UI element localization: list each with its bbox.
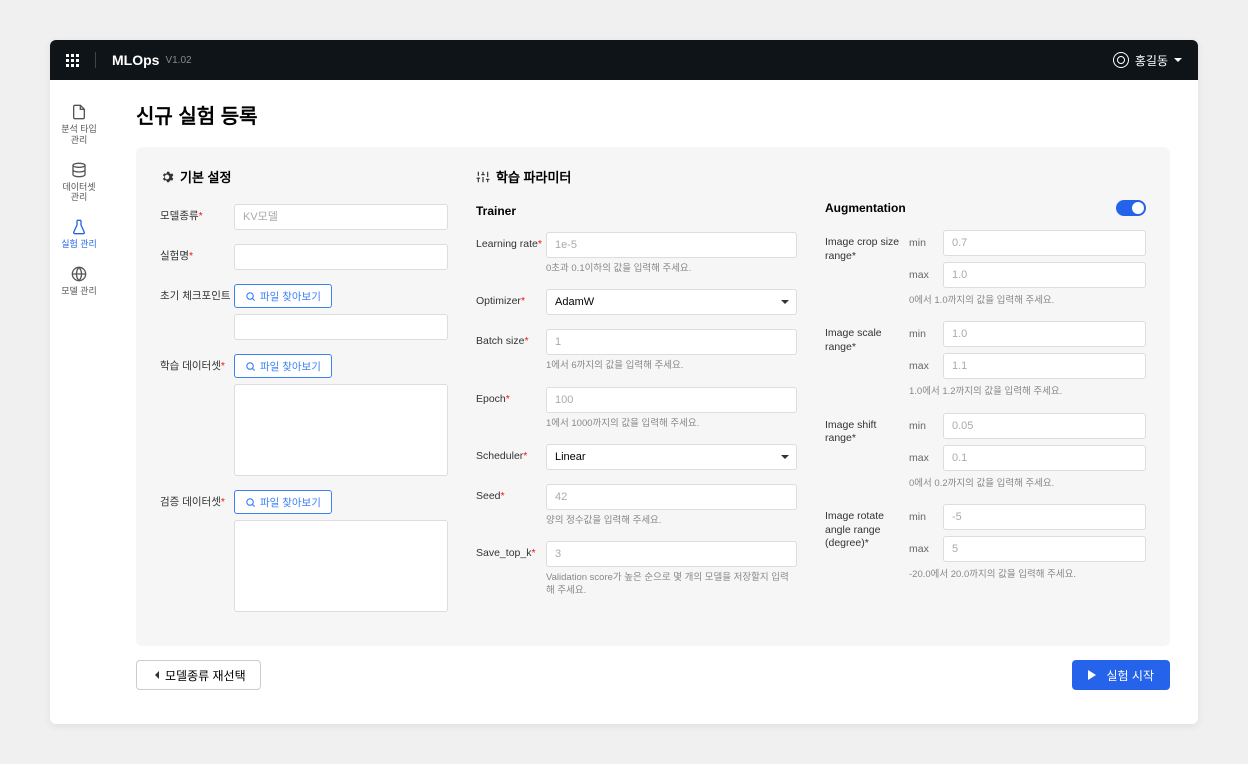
scheduler-label: Scheduler xyxy=(476,450,523,462)
max-label: max xyxy=(909,543,935,555)
version-label: V1.02 xyxy=(165,55,191,66)
epoch-label: Epoch xyxy=(476,393,506,405)
train-ds-drop-area[interactable] xyxy=(234,384,448,476)
back-button[interactable]: 모델종류 재선택 xyxy=(136,660,261,690)
valid-ds-label: 검증 데이터셋 xyxy=(160,496,221,508)
search-icon xyxy=(245,361,256,372)
sliders-icon xyxy=(476,170,490,184)
shift-min-input[interactable] xyxy=(943,413,1146,439)
max-label: max xyxy=(909,452,935,464)
max-label: max xyxy=(909,269,935,281)
app-window: MLOps V1.02 홍길동 분석 타입 관리 데이터셋 관리 실험 관리 xyxy=(50,40,1198,724)
aug-subtitle: Augmentation xyxy=(825,200,1146,216)
gear-icon xyxy=(160,170,174,184)
arrow-left-icon xyxy=(151,671,159,679)
trainer-subtitle: Trainer xyxy=(476,204,797,218)
rotate-help: -20.0에서 20.0까지의 값을 입력해 주세요. xyxy=(909,568,1146,581)
flask-icon xyxy=(71,219,87,235)
search-icon xyxy=(245,497,256,508)
shift-max-input[interactable] xyxy=(943,445,1146,471)
sidebar-item-doc-type[interactable]: 분석 타입 관리 xyxy=(50,96,108,154)
user-menu[interactable]: 홍길동 xyxy=(1113,52,1182,69)
train-ds-browse-button[interactable]: 파일 찾아보기 xyxy=(234,354,332,378)
optimizer-label: Optimizer xyxy=(476,295,521,307)
exp-name-input[interactable] xyxy=(234,244,448,270)
batch-input[interactable] xyxy=(546,329,797,355)
batch-help: 1에서 6까지의 값을 입력해 주세요. xyxy=(546,359,797,372)
valid-ds-browse-button[interactable]: 파일 찾아보기 xyxy=(234,490,332,514)
train-ds-label: 학습 데이터셋 xyxy=(160,360,221,372)
user-icon xyxy=(1113,52,1129,68)
min-label: min xyxy=(909,237,935,249)
seed-help: 양의 정수값을 입력해 주세요. xyxy=(546,514,797,527)
max-label: max xyxy=(909,360,935,372)
checkpoint-input[interactable] xyxy=(234,314,448,340)
brand-name: MLOps xyxy=(112,52,159,68)
apps-grid-icon[interactable] xyxy=(66,54,79,67)
scale-min-input[interactable] xyxy=(943,321,1146,347)
scheduler-select[interactable]: Linear xyxy=(546,444,797,470)
start-experiment-button[interactable]: 실험 시작 xyxy=(1072,660,1171,690)
crop-help: 0에서 1.0까지의 값을 입력해 주세요. xyxy=(909,294,1146,307)
chevron-down-icon xyxy=(1174,58,1182,66)
main-content: 신규 실험 등록 기본 설정 모델종류* 실험명* xyxy=(108,80,1198,724)
shift-help: 0에서 0.2까지의 값을 입력해 주세요. xyxy=(909,477,1146,490)
crop-max-input[interactable] xyxy=(943,262,1146,288)
valid-ds-drop-area[interactable] xyxy=(234,520,448,612)
topk-input[interactable] xyxy=(546,541,797,567)
database-icon xyxy=(71,162,87,178)
min-label: min xyxy=(909,420,935,432)
rotate-max-input[interactable] xyxy=(943,536,1146,562)
min-label: min xyxy=(909,511,935,523)
footer-actions: 모델종류 재선택 실험 시작 xyxy=(136,646,1170,704)
form-card: 기본 설정 모델종류* 실험명* 초기 체크포인트 xyxy=(136,147,1170,646)
aug-toggle[interactable] xyxy=(1116,200,1146,216)
model-type-input[interactable] xyxy=(234,204,448,230)
lr-label: Learning rate xyxy=(476,238,538,250)
seed-input[interactable] xyxy=(546,484,797,510)
play-icon xyxy=(1088,670,1101,680)
scale-max-input[interactable] xyxy=(943,353,1146,379)
crop-label: Image crop size range xyxy=(825,236,899,262)
search-icon xyxy=(245,291,256,302)
shift-label: Image shift range xyxy=(825,419,876,445)
exp-name-label: 실험명 xyxy=(160,250,189,262)
user-name: 홍길동 xyxy=(1135,52,1168,69)
lr-input[interactable] xyxy=(546,232,797,258)
batch-label: Batch size xyxy=(476,335,524,347)
globe-icon xyxy=(71,266,87,282)
sidebar-item-experiment[interactable]: 실험 관리 xyxy=(50,211,108,258)
topk-label: Save_top_k xyxy=(476,547,531,559)
divider xyxy=(95,52,96,68)
sidebar: 분석 타입 관리 데이터셋 관리 실험 관리 모델 관리 xyxy=(50,80,108,724)
model-type-label: 모델종류 xyxy=(160,210,199,222)
top-header: MLOps V1.02 홍길동 xyxy=(50,40,1198,80)
sidebar-item-model[interactable]: 모델 관리 xyxy=(50,258,108,305)
checkpoint-browse-button[interactable]: 파일 찾아보기 xyxy=(234,284,332,308)
epoch-help: 1에서 1000까지의 값을 입력해 주세요. xyxy=(546,417,797,430)
sidebar-item-dataset[interactable]: 데이터셋 관리 xyxy=(50,154,108,212)
checkpoint-label: 초기 체크포인트 xyxy=(160,290,231,302)
page-title: 신규 실험 등록 xyxy=(136,100,1170,129)
optimizer-select[interactable]: AdamW xyxy=(546,289,797,315)
seed-label: Seed xyxy=(476,490,501,502)
lr-help: 0초과 0.1이하의 값을 입력해 주세요. xyxy=(546,262,797,275)
min-label: min xyxy=(909,328,935,340)
epoch-input[interactable] xyxy=(546,387,797,413)
topk-help: Validation score가 높은 순으로 몇 개의 모델을 저장할지 입… xyxy=(546,571,797,598)
scale-help: 1.0에서 1.2까지의 값을 입력해 주세요. xyxy=(909,385,1146,398)
document-icon xyxy=(71,104,87,120)
crop-min-input[interactable] xyxy=(943,230,1146,256)
basic-section-title: 기본 설정 xyxy=(160,167,448,186)
rotate-min-input[interactable] xyxy=(943,504,1146,530)
params-section-title: 학습 파라미터 xyxy=(476,167,797,186)
rotate-label: Image rotate angle range (degree) xyxy=(825,510,884,549)
